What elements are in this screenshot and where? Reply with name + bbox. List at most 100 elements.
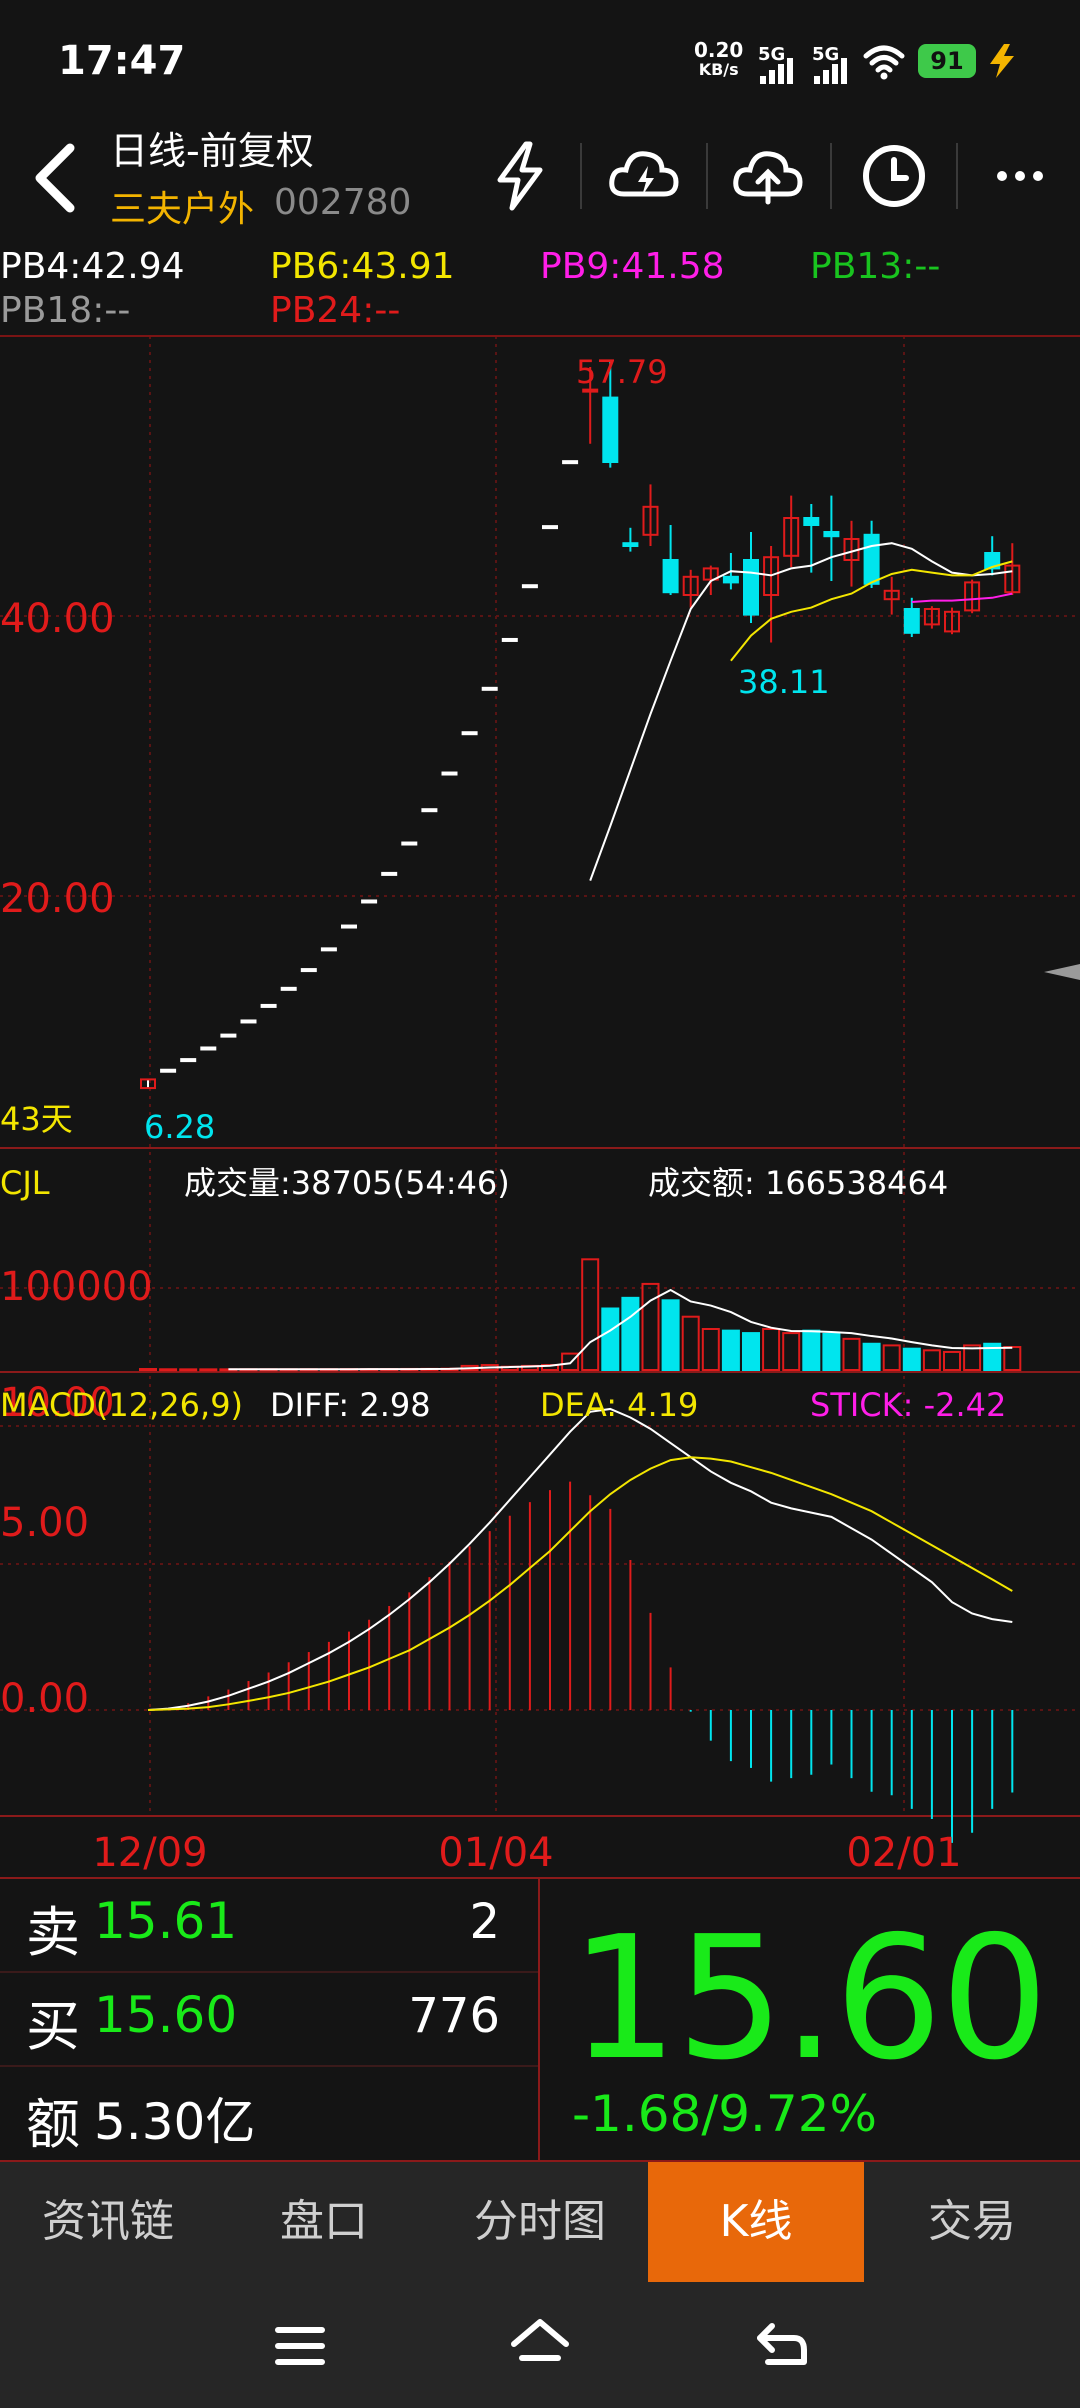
volume-bar <box>199 1368 218 1372</box>
macd-panel <box>147 1407 1014 1843</box>
candle-body <box>300 968 317 973</box>
candle-body <box>240 1019 257 1024</box>
volume-bar <box>922 1349 941 1371</box>
candle-body <box>823 531 840 538</box>
candle-body <box>501 637 518 642</box>
candles <box>140 359 1021 1090</box>
volume-bar <box>661 1299 680 1372</box>
header-divider <box>706 143 708 209</box>
last-price: 15.60 <box>570 1900 1049 2098</box>
chart-labels: 40.00 20.00 57.79 38.11 6.28 43天 CJL 成交量… <box>0 353 1080 1876</box>
buy-price[interactable]: 15.60 <box>94 1986 237 2044</box>
macd-diff-line <box>147 1407 1013 1711</box>
ma-pb24: PB24:-- <box>270 290 401 331</box>
volume-bar <box>179 1368 198 1372</box>
ma-pb6: PB6:43.91 <box>270 246 455 287</box>
scroll-indicator-icon[interactable] <box>1044 964 1080 980</box>
amount-value: 5.30亿 <box>94 2093 256 2151</box>
candle-body <box>461 731 478 736</box>
kline-chart[interactable]: 40.00 20.00 57.79 38.11 6.28 43天 CJL 成交量… <box>0 332 1080 1877</box>
quote-row-divider <box>0 2065 538 2067</box>
status-time: 17:47 <box>58 38 186 84</box>
candle-body <box>722 575 739 584</box>
ma-pb4: PB4:42.94 <box>0 246 185 287</box>
candle-body <box>743 559 759 616</box>
tab-kline[interactable]: K线 <box>648 2162 864 2282</box>
tab-intraday[interactable]: 分时图 <box>432 2162 648 2282</box>
volume-name: CJL <box>0 1164 50 1202</box>
lightning-icon[interactable] <box>480 136 560 216</box>
price-axis-label-1: 40.00 <box>0 596 115 642</box>
cloud-upload-icon[interactable] <box>728 136 808 216</box>
header-divider <box>956 143 958 209</box>
macd-axis-0: 0.00 <box>0 1676 89 1722</box>
cloud-flash-icon[interactable] <box>604 136 684 216</box>
signal-icon <box>760 54 796 84</box>
header-divider <box>580 143 582 209</box>
candle-body <box>320 947 337 952</box>
amount-text: 成交额: 166538464 <box>648 1164 948 1202</box>
date-label-2: 01/04 <box>438 1830 553 1876</box>
candle-body <box>662 559 679 594</box>
status-bar: 17:47 0.20 KB/s 5G 5G 91 <box>0 0 1080 120</box>
tab-trade[interactable]: 交易 <box>864 2162 1080 2282</box>
candle-body <box>220 1033 237 1038</box>
ma-line-magenta <box>911 592 1013 603</box>
volume-bar <box>601 1307 620 1371</box>
ma-pb18: PB18:-- <box>0 290 131 331</box>
menu-icon[interactable] <box>270 2316 330 2376</box>
volume-bar <box>822 1332 841 1372</box>
macd-stick: STICK: -2.42 <box>810 1386 1006 1424</box>
candle-body <box>421 808 438 813</box>
candle-body <box>180 1058 197 1063</box>
volume-bar <box>621 1296 640 1371</box>
volume-axis-label: 100000 <box>0 1264 153 1310</box>
clock-icon[interactable] <box>854 136 934 216</box>
back-nav-icon[interactable] <box>750 2316 814 2376</box>
tab-news-chain[interactable]: 资讯链 <box>0 2162 216 2282</box>
sell-label: 卖 <box>26 1901 80 1964</box>
battery-icon: 91 <box>918 44 976 78</box>
quote-row-divider <box>0 1971 538 1973</box>
signal-icon <box>814 54 850 84</box>
volume-bar <box>943 1350 961 1371</box>
candle-body <box>903 608 920 634</box>
candle-body <box>160 1068 177 1073</box>
network-rate-value: 0.20 <box>694 38 744 62</box>
volume-bar <box>902 1347 921 1372</box>
candle-body <box>521 584 538 589</box>
candle-body <box>260 1003 277 1008</box>
amount-label: 额 <box>26 2093 80 2156</box>
wifi-icon <box>863 45 905 80</box>
stock-code: 002780 <box>274 182 412 223</box>
candle-body <box>602 396 619 464</box>
volume-bar <box>842 1337 861 1371</box>
volume-bar <box>762 1328 781 1371</box>
page-title: 日线-前复权 <box>110 129 314 173</box>
ma-line-white <box>589 542 1013 881</box>
macd-name: MACD(12,26,9) <box>0 1386 243 1424</box>
volume-bar <box>159 1368 178 1372</box>
sell-price[interactable]: 15.61 <box>94 1892 237 1950</box>
volume-bar <box>862 1342 881 1372</box>
back-icon[interactable] <box>24 140 84 216</box>
volume-bar <box>701 1328 720 1371</box>
volume-bar <box>882 1344 901 1372</box>
candle-body <box>381 871 398 876</box>
ma-pb9: PB9:41.58 <box>540 246 725 287</box>
buy-quantity: 776 <box>408 1988 500 2044</box>
price-axis-label-2: 20.00 <box>0 876 115 922</box>
more-icon[interactable] <box>980 136 1060 216</box>
macd-dea-line <box>147 1456 1013 1711</box>
low-price-label: 38.11 <box>738 663 830 701</box>
tab-order-book[interactable]: 盘口 <box>216 2162 432 2282</box>
home-icon[interactable] <box>508 2314 572 2374</box>
candle-body <box>341 924 357 929</box>
header-divider <box>830 143 832 209</box>
candle-body <box>863 533 880 585</box>
candle-body <box>441 771 458 776</box>
network-rate-unit: KB/s <box>698 60 739 79</box>
volume-bar <box>721 1329 740 1372</box>
candle-body <box>361 899 378 904</box>
macd-axis-5: 5.00 <box>0 1500 89 1546</box>
